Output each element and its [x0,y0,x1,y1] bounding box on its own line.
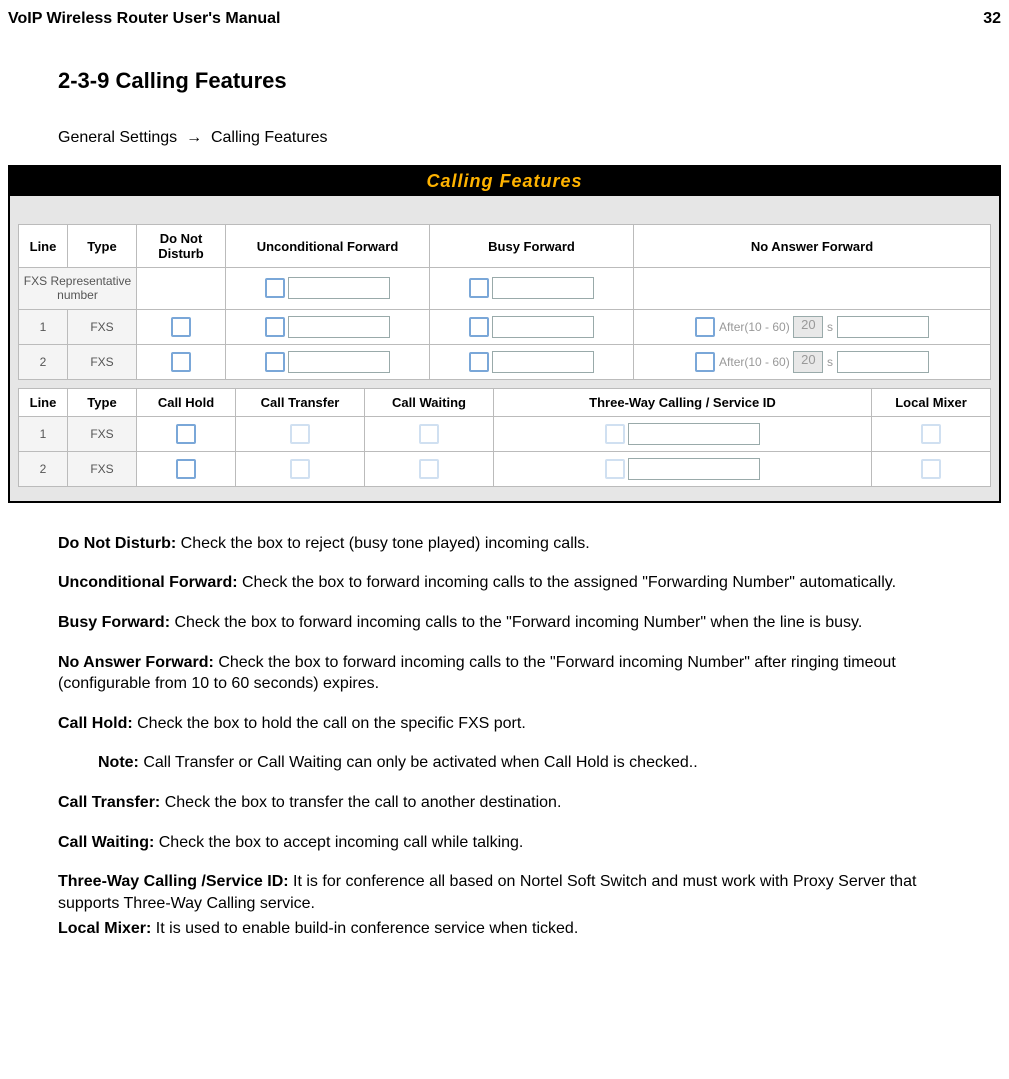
cell-type: FXS [68,451,137,486]
uncond-forward-input[interactable] [288,316,390,338]
lm-label: Local Mixer: [58,920,151,937]
no-answer-number-input[interactable] [837,351,929,373]
th-no-answer-forward: No Answer Forward [634,225,991,268]
table-row: 1 FXS After(10 - 60) 20 s [19,309,991,344]
th-local-mixer: Local Mixer [872,388,991,416]
call-options-table: Line Type Call Hold Call Transfer Call W… [18,388,991,487]
call-waiting-checkbox[interactable] [419,459,439,479]
cw-label: Call Waiting: [58,834,154,851]
no-answer-checkbox[interactable] [695,317,715,337]
local-mixer-checkbox[interactable] [921,459,941,479]
no-answer-checkbox[interactable] [695,352,715,372]
no-answer-number-input[interactable] [837,316,929,338]
uf-text: Check the box to forward incoming calls … [238,574,896,591]
uncond-forward-input[interactable] [288,277,390,299]
calling-features-panel: Calling Features Line Type Do Not Distur… [8,165,1001,503]
th-dnd: Do Not Disturb [137,225,226,268]
busy-forward-checkbox[interactable] [469,278,489,298]
busy-forward-input[interactable] [492,351,594,373]
call-hold-checkbox[interactable] [176,424,196,444]
cell-line: 2 [19,451,68,486]
th-type: Type [68,388,137,416]
breadcrumb-a: General Settings [58,129,177,146]
uf-label: Unconditional Forward: [58,574,238,591]
th-busy-forward: Busy Forward [430,225,634,268]
th-uncond-forward: Unconditional Forward [226,225,430,268]
uncond-forward-checkbox[interactable] [265,317,285,337]
note-label: Note: [98,754,139,771]
service-id-input[interactable] [628,458,760,480]
cw-text: Check the box to accept incoming call wh… [154,834,523,851]
breadcrumb: General Settings → Calling Features [58,129,1001,147]
tw-label: Three-Way Calling /Service ID: [58,873,289,890]
call-hold-checkbox[interactable] [176,459,196,479]
th-line: Line [19,388,68,416]
local-mixer-checkbox[interactable] [921,424,941,444]
after-unit: s [827,355,833,369]
uncond-forward-checkbox[interactable] [265,352,285,372]
busy-forward-checkbox[interactable] [469,317,489,337]
note-text: Call Transfer or Call Waiting can only b… [139,754,698,771]
cell-empty [137,268,226,310]
th-call-transfer: Call Transfer [236,388,365,416]
dnd-checkbox[interactable] [171,317,191,337]
ch-label: Call Hold: [58,715,133,732]
busy-forward-input[interactable] [492,316,594,338]
cell-empty [634,268,991,310]
bf-text: Check the box to forward incoming calls … [170,614,862,631]
table-row: 2 FXS [19,451,991,486]
th-line: Line [19,225,68,268]
th-three-way: Three-Way Calling / Service ID [494,388,872,416]
bf-label: Busy Forward: [58,614,170,631]
cell-line: 2 [19,344,68,379]
uncond-forward-checkbox[interactable] [265,278,285,298]
cell-line: 1 [19,309,68,344]
after-seconds-input[interactable]: 20 [793,316,823,338]
forward-table: Line Type Do Not Disturb Unconditional F… [18,224,991,380]
call-transfer-checkbox[interactable] [290,424,310,444]
doc-header-page: 32 [983,10,1001,28]
three-way-checkbox[interactable] [605,424,625,444]
dnd-label: Do Not Disturb: [58,535,176,552]
uncond-forward-input[interactable] [288,351,390,373]
breadcrumb-b: Calling Features [211,129,328,146]
busy-forward-checkbox[interactable] [469,352,489,372]
th-type: Type [68,225,137,268]
descriptions: Do Not Disturb: Check the box to reject … [58,533,951,940]
rep-number-label: FXS Representative number [19,268,137,310]
table-row: FXS Representative number [19,268,991,310]
th-call-hold: Call Hold [137,388,236,416]
after-label: After(10 - 60) [719,355,790,369]
cell-line: 1 [19,416,68,451]
after-unit: s [827,320,833,334]
lm-text: It is used to enable build-in conference… [151,920,578,937]
service-id-input[interactable] [628,423,760,445]
naf-label: No Answer Forward: [58,654,214,671]
after-label: After(10 - 60) [719,320,790,334]
ct-text: Check the box to transfer the call to an… [160,794,561,811]
cell-type: FXS [68,416,137,451]
cell-type: FXS [68,344,137,379]
doc-header-left: VoIP Wireless Router User's Manual [8,10,281,28]
ch-text: Check the box to hold the call on the sp… [133,715,526,732]
busy-forward-input[interactable] [492,277,594,299]
th-call-waiting: Call Waiting [365,388,494,416]
breadcrumb-sep: → [186,129,202,146]
call-transfer-checkbox[interactable] [290,459,310,479]
table-row: 1 FXS [19,416,991,451]
dnd-checkbox[interactable] [171,352,191,372]
dnd-text: Check the box to reject (busy tone playe… [176,535,590,552]
section-title: 2-3-9 Calling Features [58,68,1001,94]
panel-title: Calling Features [10,167,999,196]
call-waiting-checkbox[interactable] [419,424,439,444]
after-seconds-input[interactable]: 20 [793,351,823,373]
three-way-checkbox[interactable] [605,459,625,479]
ct-label: Call Transfer: [58,794,160,811]
table-row: 2 FXS After(10 - 60) 20 s [19,344,991,379]
cell-type: FXS [68,309,137,344]
